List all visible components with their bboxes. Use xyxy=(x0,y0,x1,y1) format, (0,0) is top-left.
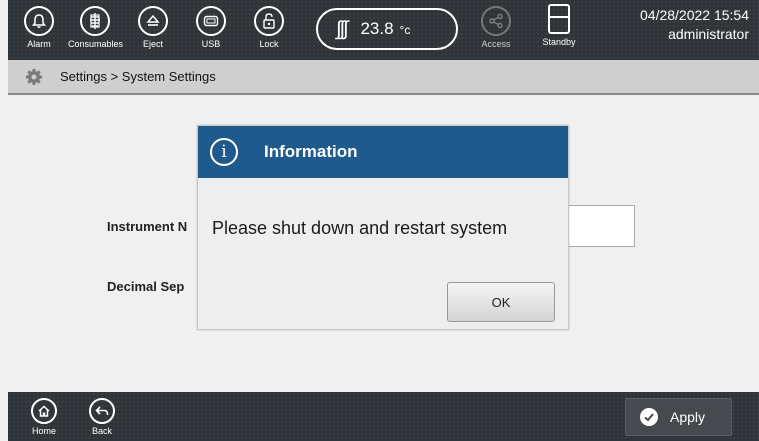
gear-icon xyxy=(24,67,44,87)
standby-icon xyxy=(548,4,570,34)
apply-label: Apply xyxy=(670,409,706,425)
access-button[interactable]: Access xyxy=(474,6,518,49)
decimal-separator-label: Decimal Sep xyxy=(107,279,185,294)
home-icon xyxy=(38,405,50,417)
back-arrow-icon xyxy=(95,406,109,415)
temperature-display[interactable]: ∫∫∫ 23.8 °c xyxy=(316,8,458,50)
breadcrumb-bar: Settings > System Settings xyxy=(8,60,759,95)
info-icon: i xyxy=(210,138,238,166)
standby-label: Standby xyxy=(542,37,576,47)
share-icon xyxy=(489,13,503,29)
alarm-label: Alarm xyxy=(27,39,51,49)
temperature-unit: °c xyxy=(399,23,411,37)
datetime: 04/28/2022 15:54 xyxy=(640,7,749,23)
temperature-value: 23.8 xyxy=(360,19,394,38)
consumables-icon xyxy=(90,13,100,29)
consumables-label: Consumables xyxy=(68,39,124,49)
lock-label: Lock xyxy=(259,39,279,49)
top-toolbar: Alarm Consumables Eject USB Lock ∫∫∫ 23.… xyxy=(8,0,759,60)
dialog-message: Please shut down and restart system xyxy=(212,218,508,238)
dialog-title: Information xyxy=(264,142,358,161)
heat-icon: ∫∫∫ xyxy=(336,17,349,40)
home-button[interactable]: Home xyxy=(24,398,64,436)
check-icon xyxy=(640,408,658,426)
lock-button[interactable]: Lock xyxy=(242,6,296,49)
breadcrumb: Settings > System Settings xyxy=(60,69,216,84)
usb-icon xyxy=(203,15,219,27)
access-label: Access xyxy=(481,39,511,49)
dialog-header: i Information xyxy=(198,126,568,178)
information-dialog: i Information Please shut down and resta… xyxy=(197,125,569,330)
eject-icon xyxy=(146,14,160,26)
unlock-icon xyxy=(263,13,275,29)
apply-button[interactable]: Apply xyxy=(625,398,732,436)
instrument-name-label: Instrument N xyxy=(107,219,188,234)
instrument-name-input[interactable] xyxy=(566,205,635,247)
alarm-button[interactable]: Alarm xyxy=(12,6,66,49)
back-button[interactable]: Back xyxy=(82,398,122,436)
usb-button[interactable]: USB xyxy=(184,6,238,49)
usb-label: USB xyxy=(201,39,221,49)
back-label: Back xyxy=(91,426,112,436)
datetime-user: 04/28/2022 15:54 administrator xyxy=(640,6,749,44)
standby-button[interactable]: Standby xyxy=(535,4,583,47)
ok-button[interactable]: OK xyxy=(447,282,555,322)
home-label: Home xyxy=(31,426,56,436)
eject-label: Eject xyxy=(142,39,163,49)
user-name: administrator xyxy=(668,26,749,42)
bell-icon xyxy=(32,14,46,28)
consumables-button[interactable]: Consumables xyxy=(68,6,124,49)
bottom-toolbar: Home Back Apply xyxy=(8,392,759,441)
eject-button[interactable]: Eject xyxy=(126,6,180,49)
